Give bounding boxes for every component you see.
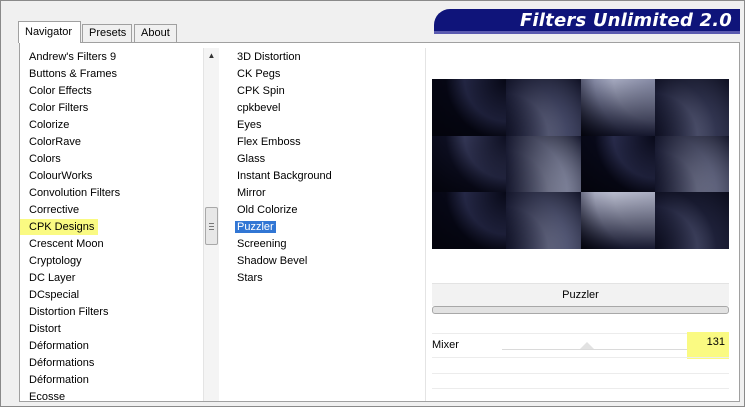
category-item[interactable]: Corrective bbox=[20, 202, 83, 218]
filter-item[interactable]: CK Pegs bbox=[233, 66, 284, 82]
current-filter-name: Puzzler bbox=[432, 283, 729, 306]
filter-item[interactable]: 3D Distortion bbox=[233, 49, 305, 65]
preview-tile bbox=[654, 79, 729, 136]
filter-item[interactable]: Puzzler bbox=[233, 219, 280, 235]
navigator-panel: Andrew's Filters 9 Buttons & Frames Color … bbox=[19, 42, 740, 402]
category-item[interactable]: Buttons & Frames bbox=[20, 66, 121, 82]
filter-item[interactable]: Flex Emboss bbox=[233, 134, 305, 150]
preview-tile bbox=[580, 79, 656, 136]
category-item[interactable]: Déformation bbox=[20, 372, 93, 388]
mixer-slider-track[interactable] bbox=[502, 349, 689, 350]
filters-unlimited-window: Filters Unlimited 2.0 Navigator Presets … bbox=[0, 0, 745, 407]
filter-item[interactable]: Old Colorize bbox=[233, 202, 302, 218]
preview-tile bbox=[432, 79, 507, 136]
category-item[interactable]: Color Filters bbox=[20, 100, 92, 116]
category-item[interactable]: ColourWorks bbox=[20, 168, 96, 184]
tab-navigator[interactable]: Navigator bbox=[18, 21, 81, 43]
divider-line bbox=[432, 333, 729, 334]
category-item[interactable]: Colors bbox=[20, 151, 65, 167]
filter-item[interactable]: Screening bbox=[233, 236, 291, 252]
divider-line bbox=[432, 357, 729, 358]
category-item[interactable]: Déformations bbox=[20, 355, 98, 371]
filter-item[interactable]: cpkbevel bbox=[233, 100, 284, 116]
category-item[interactable]: DCspecial bbox=[20, 287, 83, 303]
divider-line bbox=[432, 373, 729, 374]
mixer-label: Mixer bbox=[432, 339, 459, 351]
category-list[interactable]: Andrew's Filters 9 Buttons & Frames Color … bbox=[20, 43, 202, 401]
preview-tile bbox=[432, 135, 507, 193]
filter-list[interactable]: 3D Distortion CK Pegs CPK Spin cpkbevel Eyes… bbox=[233, 43, 423, 401]
banner-title: Filters Unlimited 2.0 bbox=[519, 10, 732, 31]
filter-item[interactable]: Mirror bbox=[233, 185, 270, 201]
preview-tile bbox=[506, 79, 582, 136]
preview-tile bbox=[654, 135, 729, 193]
mixer-control[interactable]: Mixer 131 bbox=[432, 332, 729, 359]
category-item[interactable]: Déformation bbox=[20, 338, 93, 354]
category-item[interactable]: Color Effects bbox=[20, 83, 96, 99]
filter-preview-image bbox=[432, 79, 729, 249]
category-item[interactable]: Distortion Filters bbox=[20, 304, 112, 320]
category-item[interactable]: Crescent Moon bbox=[20, 236, 108, 252]
scroll-thumb[interactable] bbox=[205, 207, 218, 245]
filter-item[interactable]: Instant Background bbox=[233, 168, 336, 184]
divider-line bbox=[432, 388, 729, 389]
filter-item[interactable]: Glass bbox=[233, 151, 269, 167]
preview-tile bbox=[432, 192, 507, 249]
category-scrollbar[interactable]: ▲ bbox=[203, 48, 219, 401]
panel-divider bbox=[425, 48, 426, 401]
category-item[interactable]: Ecosse bbox=[20, 389, 69, 401]
category-item[interactable]: Andrew's Filters 9 bbox=[20, 49, 120, 65]
category-item[interactable]: Colorize bbox=[20, 117, 73, 133]
category-item[interactable]: Convolution Filters bbox=[20, 185, 124, 201]
tab-presets[interactable]: Presets bbox=[82, 24, 132, 42]
title-banner: Filters Unlimited 2.0 bbox=[434, 9, 740, 34]
filter-item[interactable]: CPK Spin bbox=[233, 83, 289, 99]
mixer-value[interactable]: 131 bbox=[687, 332, 729, 359]
category-item[interactable]: Distort bbox=[20, 321, 65, 337]
filter-item[interactable]: Stars bbox=[233, 270, 267, 286]
preview-tile bbox=[506, 135, 582, 193]
mixer-slider-thumb[interactable] bbox=[580, 342, 594, 349]
category-item[interactable]: ColorRave bbox=[20, 134, 85, 150]
filter-name-slider-track bbox=[432, 306, 729, 314]
filter-item[interactable]: Eyes bbox=[233, 117, 265, 133]
category-item[interactable]: CPK Designs bbox=[20, 219, 99, 235]
tab-about[interactable]: About bbox=[134, 24, 177, 42]
preview-tile bbox=[580, 135, 656, 193]
preview-tile bbox=[506, 192, 582, 249]
scroll-up-arrow-icon[interactable]: ▲ bbox=[204, 48, 219, 63]
preview-tile bbox=[654, 192, 729, 249]
category-item[interactable]: Cryptology bbox=[20, 253, 86, 269]
preview-tile bbox=[580, 192, 656, 249]
category-item[interactable]: DC Layer bbox=[20, 270, 79, 286]
filter-item[interactable]: Shadow Bevel bbox=[233, 253, 311, 269]
